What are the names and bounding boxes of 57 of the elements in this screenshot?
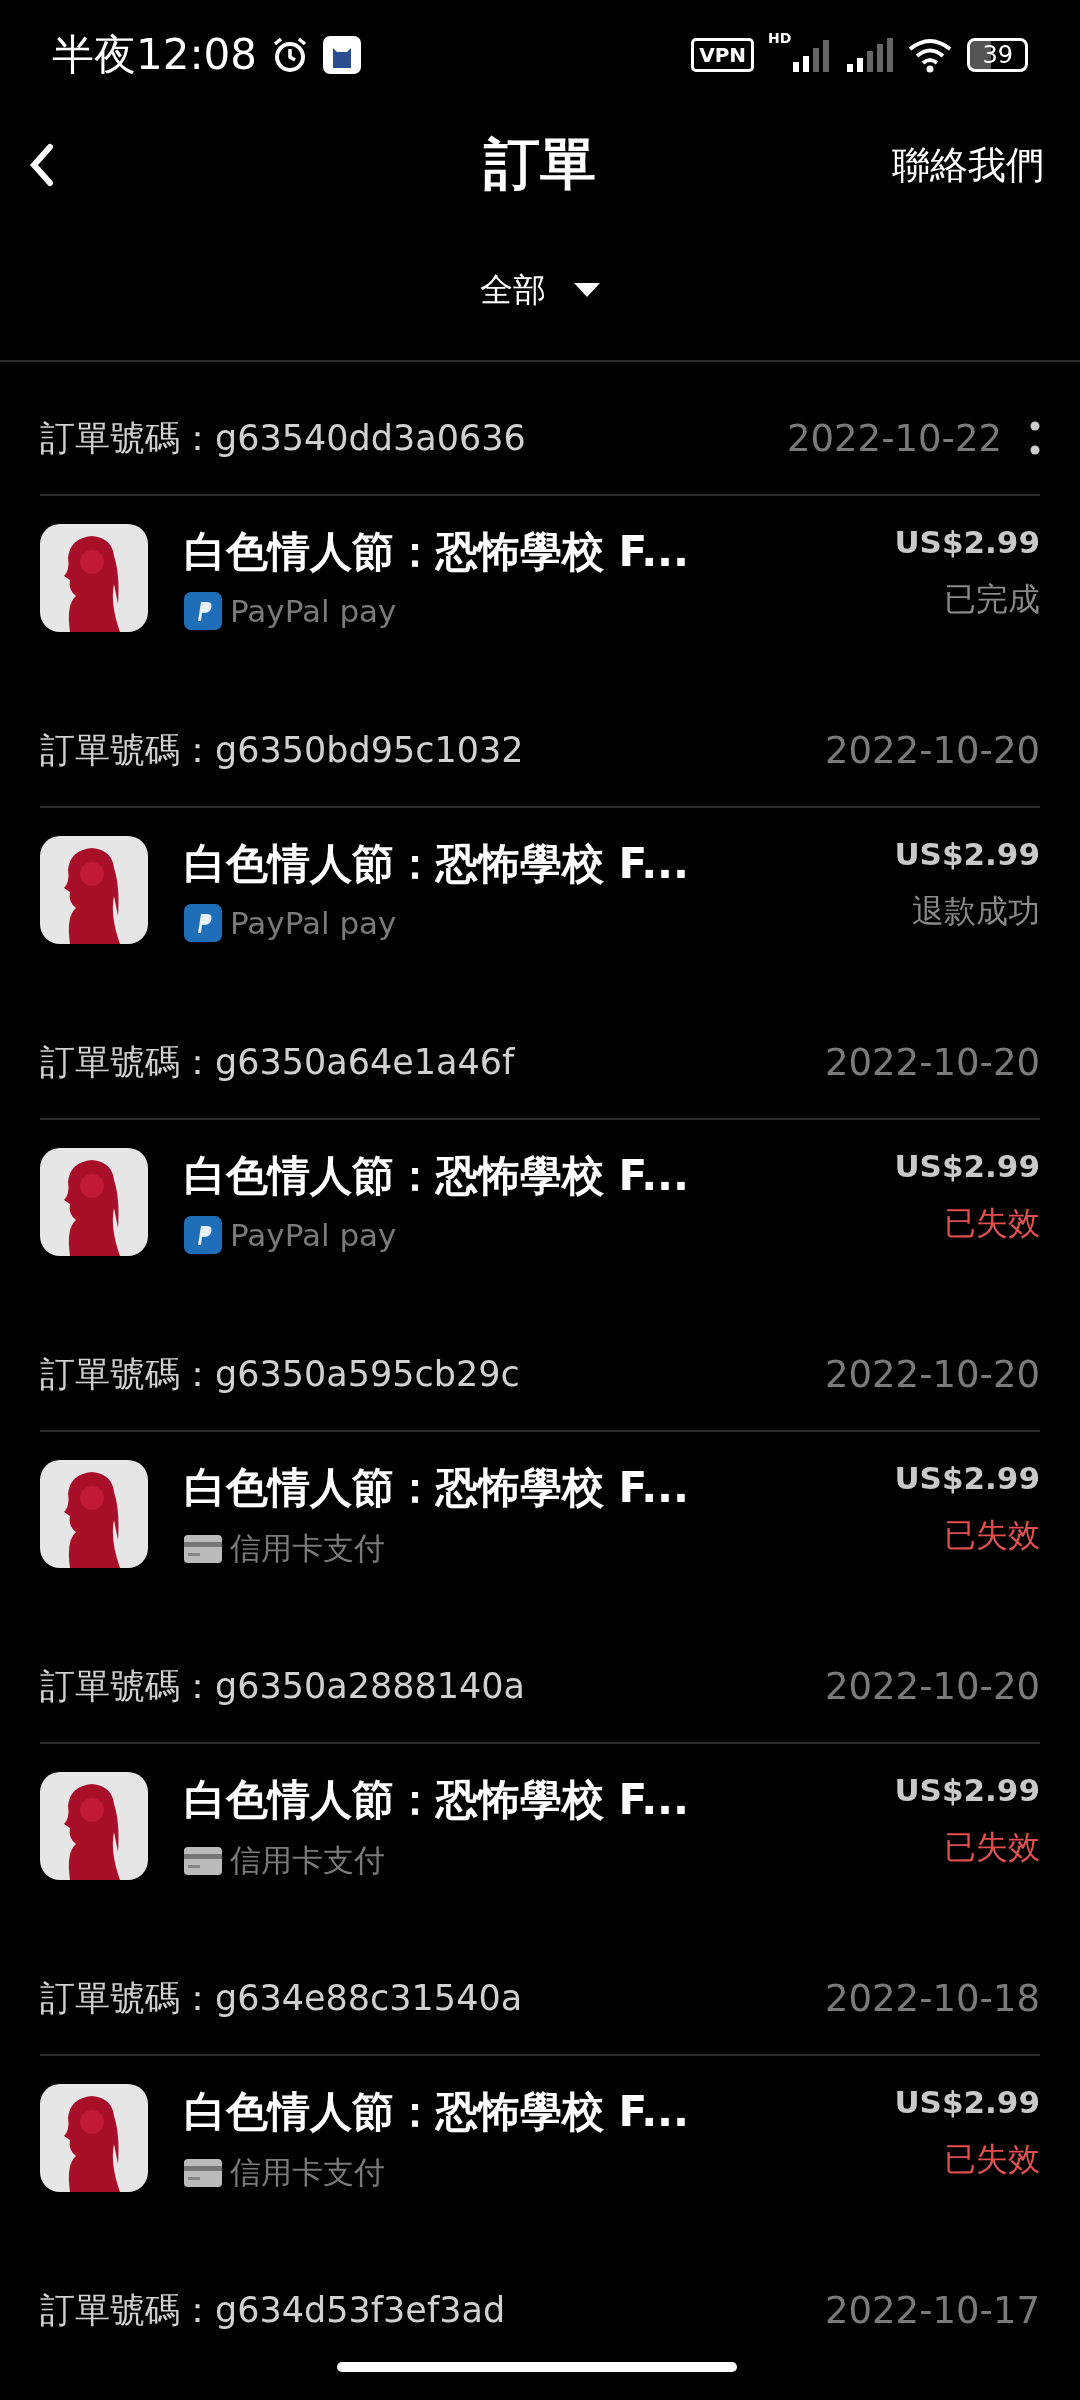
payment-method: PayPal pay	[230, 593, 397, 629]
credit-card-icon	[184, 1847, 222, 1875]
product-title: 白色情人節：恐怖學校 F...	[184, 2086, 690, 2138]
order-status: 已失效	[944, 1827, 1040, 1868]
order-date: 2022-10-20	[824, 1352, 1040, 1396]
order-status: 已失效	[944, 2139, 1040, 2180]
order-date: 2022-10-20	[824, 1040, 1040, 1084]
order-number: 訂單號碼：g6350a64e1a46f	[40, 1040, 515, 1084]
product-title: 白色情人節：恐怖學校 F...	[184, 1462, 690, 1514]
order-number: 訂單號碼：g6350a2888140a	[40, 1664, 526, 1708]
price: US$2.99	[894, 2084, 1040, 2120]
order-number: 訂單號碼：g634e88c31540a	[40, 1976, 523, 2020]
product-title: 白色情人節：恐怖學校 F...	[184, 526, 690, 578]
order-date: 2022-10-20	[824, 1664, 1040, 1708]
payment-method: PayPal pay	[230, 905, 397, 941]
order-status: 已失效	[944, 1515, 1040, 1556]
page-title: 訂單	[484, 130, 596, 198]
price: US$2.99	[894, 524, 1040, 560]
payment-method: 信用卡支付	[230, 1529, 385, 1568]
credit-card-icon	[184, 1535, 222, 1563]
contact-us-button[interactable]: 聯絡我們	[892, 139, 1044, 191]
paypal-icon	[184, 904, 222, 942]
app-notification-icon	[323, 36, 362, 74]
payment-method: 信用卡支付	[230, 1841, 385, 1880]
order-date: 2022-10-17	[824, 2288, 1040, 2332]
paypal-icon	[184, 1216, 222, 1254]
back-button[interactable]	[28, 143, 56, 187]
price: US$2.99	[894, 1148, 1040, 1184]
product-title: 白色情人節：恐怖學校 F...	[184, 1774, 690, 1826]
order-number: 訂單號碼：g6350a595cb29c	[40, 1352, 520, 1396]
product-title: 白色情人節：恐怖學校 F...	[184, 838, 690, 890]
payment-method: PayPal pay	[230, 1217, 397, 1253]
price: US$2.99	[894, 1772, 1040, 1808]
signal-icon	[847, 38, 894, 72]
filter-dropdown[interactable]: 全部	[474, 266, 606, 314]
product-title: 白色情人節：恐怖學校 F...	[184, 1150, 690, 1202]
credit-card-icon	[184, 2159, 222, 2187]
price: US$2.99	[894, 836, 1040, 872]
battery-indicator: 39	[967, 38, 1028, 72]
more-icon[interactable]	[1030, 421, 1040, 455]
order-date: 2022-10-22	[786, 416, 1002, 460]
order-status: 退款成功	[912, 891, 1040, 932]
vpn-indicator: VPN	[691, 38, 755, 72]
paypal-icon	[184, 592, 222, 630]
status-time: 半夜12:08	[52, 29, 258, 81]
order-date: 2022-10-20	[824, 728, 1040, 772]
payment-method: 信用卡支付	[230, 2153, 385, 2192]
order-date: 2022-10-18	[824, 1976, 1040, 2020]
wifi-icon	[907, 37, 954, 73]
order-number: 訂單號碼：g6350bd95c1032	[40, 728, 524, 772]
order-status: 已完成	[944, 579, 1040, 620]
order-number: 訂單號碼：g63540dd3a0636	[40, 416, 526, 460]
dropdown-caret-icon	[574, 283, 600, 297]
hd-indicator: HD	[768, 30, 792, 46]
price: US$2.99	[894, 1460, 1040, 1496]
order-status: 已失效	[944, 1203, 1040, 1244]
order-number: 訂單號碼：g634d53f3ef3ad	[40, 2288, 506, 2332]
